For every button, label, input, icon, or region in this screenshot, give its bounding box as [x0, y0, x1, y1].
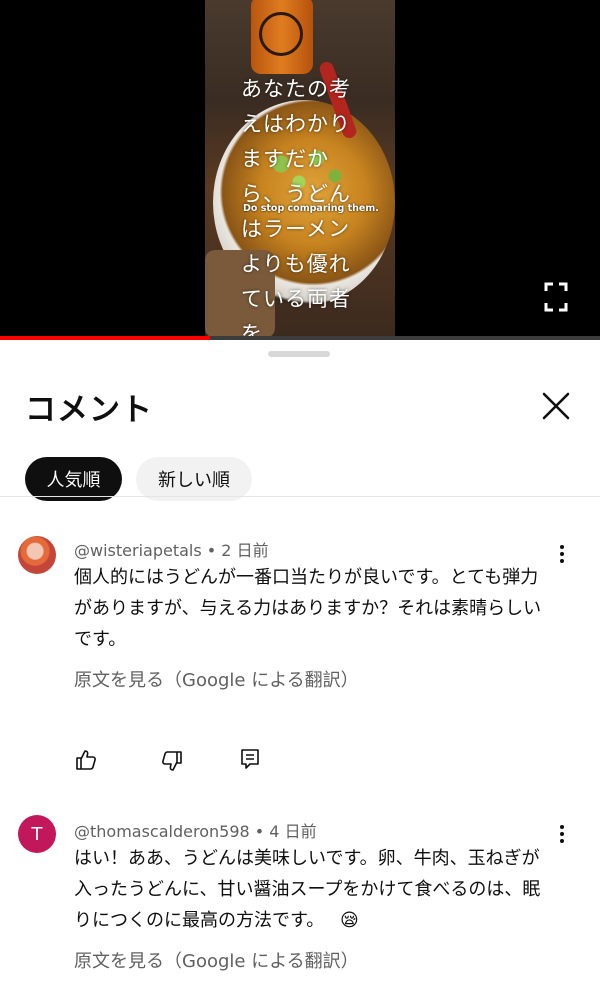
thumbs-up-icon[interactable]: [74, 748, 98, 772]
more-vert-icon[interactable]: [554, 822, 570, 846]
video-player[interactable]: あなたの考えはわかりますだから、うどんはラーメンよりも優れている両者を Do s…: [0, 0, 600, 340]
reply-icon[interactable]: [238, 747, 262, 771]
comment-author[interactable]: @thomascalderon598: [74, 822, 250, 841]
sauce-bottle: [251, 0, 313, 74]
comment-author[interactable]: @wisteriapetals: [74, 541, 202, 560]
comment-age: 4 日前: [269, 822, 317, 841]
comments-sheet: コメント 人気順 新しい順 @wisteriapetals • 2 日前 個人的…: [0, 340, 600, 998]
more-vert-icon[interactable]: [554, 542, 570, 566]
fullscreen-icon[interactable]: [544, 282, 568, 312]
sheet-title: コメント: [25, 392, 153, 428]
comment-text: はい！ああ、うどんは美味しいです。卵、牛肉、玉ねぎが入ったうどんに、甘い醤油スー…: [74, 848, 541, 931]
see-original-link[interactable]: 原文を見る（Google による翻訳）: [74, 947, 359, 973]
comment-text: 個人的にはうどんが一番口当たりが良いです。とても弾力がありますが、与える力はあり…: [74, 567, 542, 650]
comment-age: 2 日前: [221, 541, 269, 560]
comment-meta: @thomascalderon598 • 4 日前: [74, 822, 317, 841]
drag-handle[interactable]: [268, 351, 330, 357]
sleepy-face-emoji: 😪: [339, 910, 359, 931]
close-icon[interactable]: [538, 388, 574, 424]
video-frame: あなたの考えはわかりますだから、うどんはラーメンよりも優れている両者を Do s…: [205, 0, 395, 338]
comment-meta: @wisteriapetals • 2 日前: [74, 541, 269, 560]
thumbs-down-icon[interactable]: [160, 749, 184, 773]
avatar[interactable]: T: [18, 815, 56, 853]
avatar[interactable]: [18, 536, 56, 574]
divider: [0, 496, 600, 497]
see-original-link[interactable]: 原文を見る（Google による翻訳）: [74, 666, 359, 692]
subtitle-english: Do stop comparing them.: [243, 203, 379, 214]
sort-chip-popular[interactable]: 人気順: [25, 457, 122, 501]
sort-chip-newest[interactable]: 新しい順: [136, 457, 252, 501]
